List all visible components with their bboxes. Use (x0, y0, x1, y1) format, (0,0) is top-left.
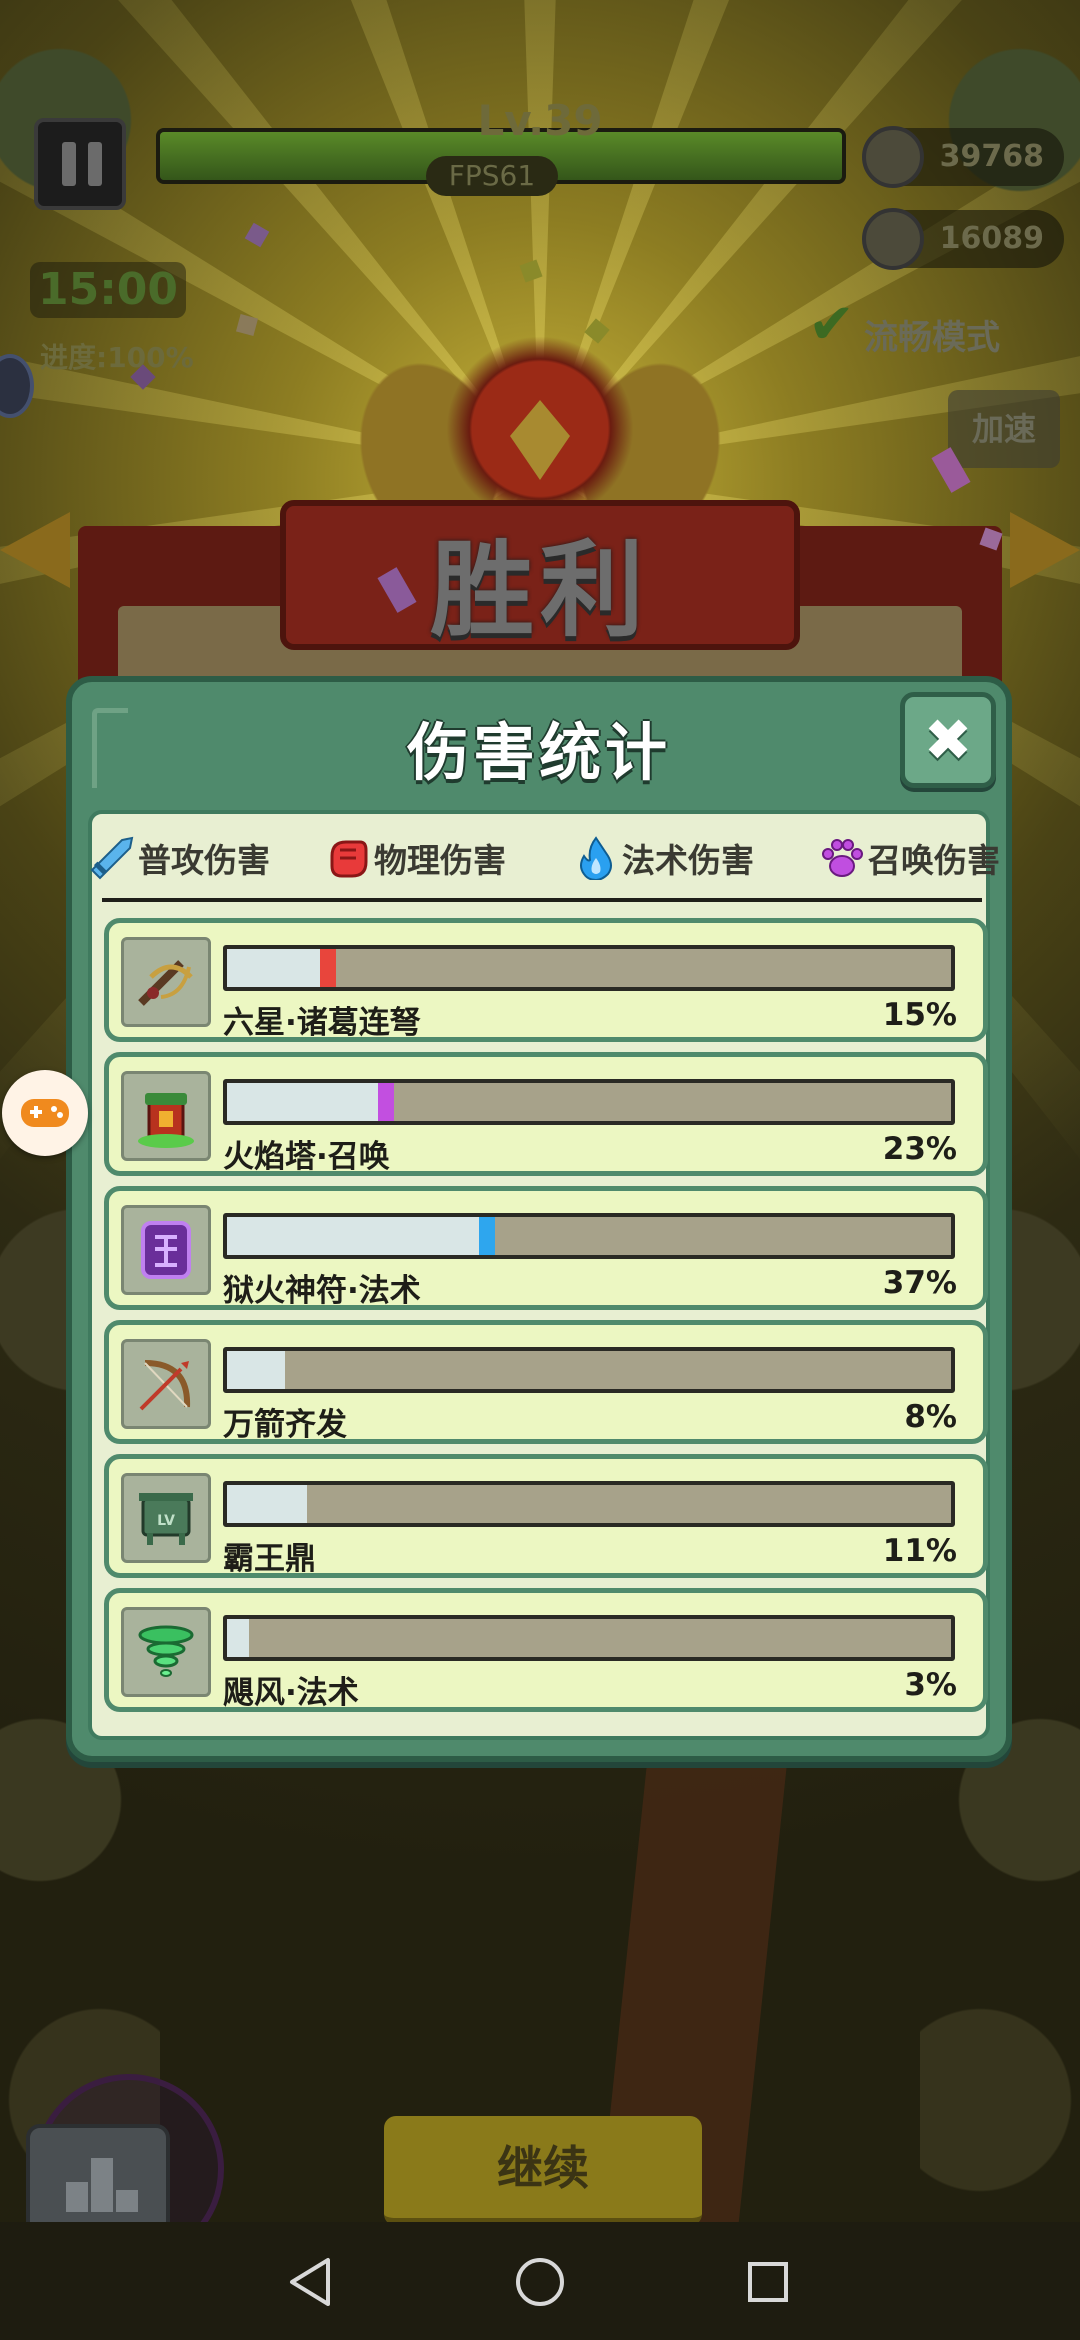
kill-counter: 16089 (862, 208, 1064, 270)
skill-name: 万箭齐发 (223, 1407, 347, 1443)
damage-bar-fill (227, 1619, 249, 1657)
back-icon[interactable] (286, 2256, 336, 2308)
legend-item-magic: 法术伤害 (574, 832, 754, 884)
damage-bar (223, 1079, 955, 1125)
damage-bar-tip (378, 1083, 394, 1121)
skull-icon (862, 208, 924, 270)
paw-icon (822, 839, 863, 877)
speed-up-button[interactable]: 加速 (948, 390, 1060, 468)
pause-button[interactable] (34, 118, 126, 210)
damage-bar-tip (320, 949, 336, 987)
damage-bar (223, 945, 955, 991)
home-icon[interactable] (516, 2258, 564, 2306)
cauldron-icon: LV (121, 1473, 211, 1563)
damage-percent: 8% (904, 1399, 957, 1435)
coin-icon (862, 126, 924, 188)
skill-name: 狱火神符·法术 (223, 1273, 421, 1309)
damage-bar (223, 1481, 955, 1527)
damage-bar-tip (479, 1217, 495, 1255)
skill-name: 六星·诸葛连弩 (223, 1005, 421, 1041)
victory-title: 胜利 (429, 529, 650, 651)
legend-label: 召唤伤害 (868, 841, 1000, 880)
legend-item-physical: 物理伤害 (326, 832, 506, 884)
floating-gamepad-button[interactable] (2, 1070, 88, 1156)
fire-tower-icon (121, 1071, 211, 1161)
coin-count: 39768 (939, 139, 1044, 174)
progress-label: 进度:100% (40, 341, 194, 374)
level-label: Lv.39 (477, 96, 603, 145)
damage-stats-dialog: 伤害统计 ✖ 普攻伤害 物理伤害 法术伤害 召唤伤害 六星·诸葛连弩 15% 火… (66, 676, 1012, 1762)
helmet-icon (440, 330, 640, 510)
continue-button[interactable]: 继续 (384, 2116, 702, 2226)
legend-label: 普攻伤害 (138, 841, 270, 880)
check-icon: ✔ (808, 292, 855, 357)
rune-icon (121, 1205, 211, 1295)
damage-row: 万箭齐发 8% (104, 1320, 988, 1444)
close-button[interactable]: ✖ (900, 692, 996, 788)
damage-bar (223, 1615, 955, 1661)
gamepad-icon (21, 1099, 69, 1127)
skill-name: 火焰塔·召唤 (223, 1139, 390, 1175)
damage-percent: 3% (904, 1667, 957, 1703)
legend-item-summon: 召唤伤害 (820, 832, 1000, 884)
damage-percent: 11% (882, 1533, 957, 1569)
legend-item-basic-attack: 普攻伤害 (90, 832, 270, 884)
damage-bar-fill (227, 1083, 378, 1121)
system-navigation-bar (0, 2222, 1080, 2340)
damage-row: 六星·诸葛连弩 15% (104, 918, 988, 1042)
damage-bar (223, 1213, 955, 1259)
flame-icon (580, 836, 612, 880)
legend-label: 法术伤害 (622, 841, 754, 880)
skill-name: 飓风·法术 (223, 1675, 359, 1711)
damage-percent: 23% (882, 1131, 957, 1167)
damage-type-legend: 普攻伤害 物理伤害 法术伤害 召唤伤害 (90, 832, 1000, 884)
damage-percent: 15% (882, 997, 957, 1033)
damage-bar-fill (227, 1351, 285, 1389)
tornado-icon (121, 1607, 211, 1697)
damage-bar-fill (227, 949, 320, 987)
stage-timer: 15:00 (30, 262, 186, 318)
recent-apps-icon[interactable] (748, 2262, 788, 2302)
smooth-mode-toggle[interactable]: ✔ 流畅模式 (808, 292, 1000, 359)
damage-bar (223, 1347, 955, 1393)
svg-text:LV: LV (157, 1513, 175, 1529)
crossbow-icon (121, 937, 211, 1027)
sword-icon (90, 836, 134, 880)
damage-row: 火焰塔·召唤 23% (104, 1052, 988, 1176)
fist-icon (330, 840, 368, 878)
coin-counter: 39768 (862, 126, 1064, 188)
dialog-title: 伤害统计 (406, 716, 671, 789)
damage-bar-fill (227, 1217, 479, 1255)
legend-divider (102, 898, 982, 902)
podium-icon (66, 2156, 138, 2212)
smooth-mode-label: 流畅模式 (864, 318, 1000, 358)
damage-bar-fill (227, 1485, 307, 1523)
fps-counter: FPS61 (426, 156, 558, 196)
damage-row: 狱火神符·法术 37% (104, 1186, 988, 1310)
damage-row: 飓风·法术 3% (104, 1588, 988, 1712)
bow-icon (121, 1339, 211, 1429)
kill-count: 16089 (939, 221, 1044, 256)
damage-row: LV 霸王鼎 11% (104, 1454, 988, 1578)
damage-percent: 37% (882, 1265, 957, 1301)
legend-label: 物理伤害 (374, 841, 506, 880)
skill-name: 霸王鼎 (223, 1541, 316, 1577)
close-icon: ✖ (923, 706, 973, 774)
